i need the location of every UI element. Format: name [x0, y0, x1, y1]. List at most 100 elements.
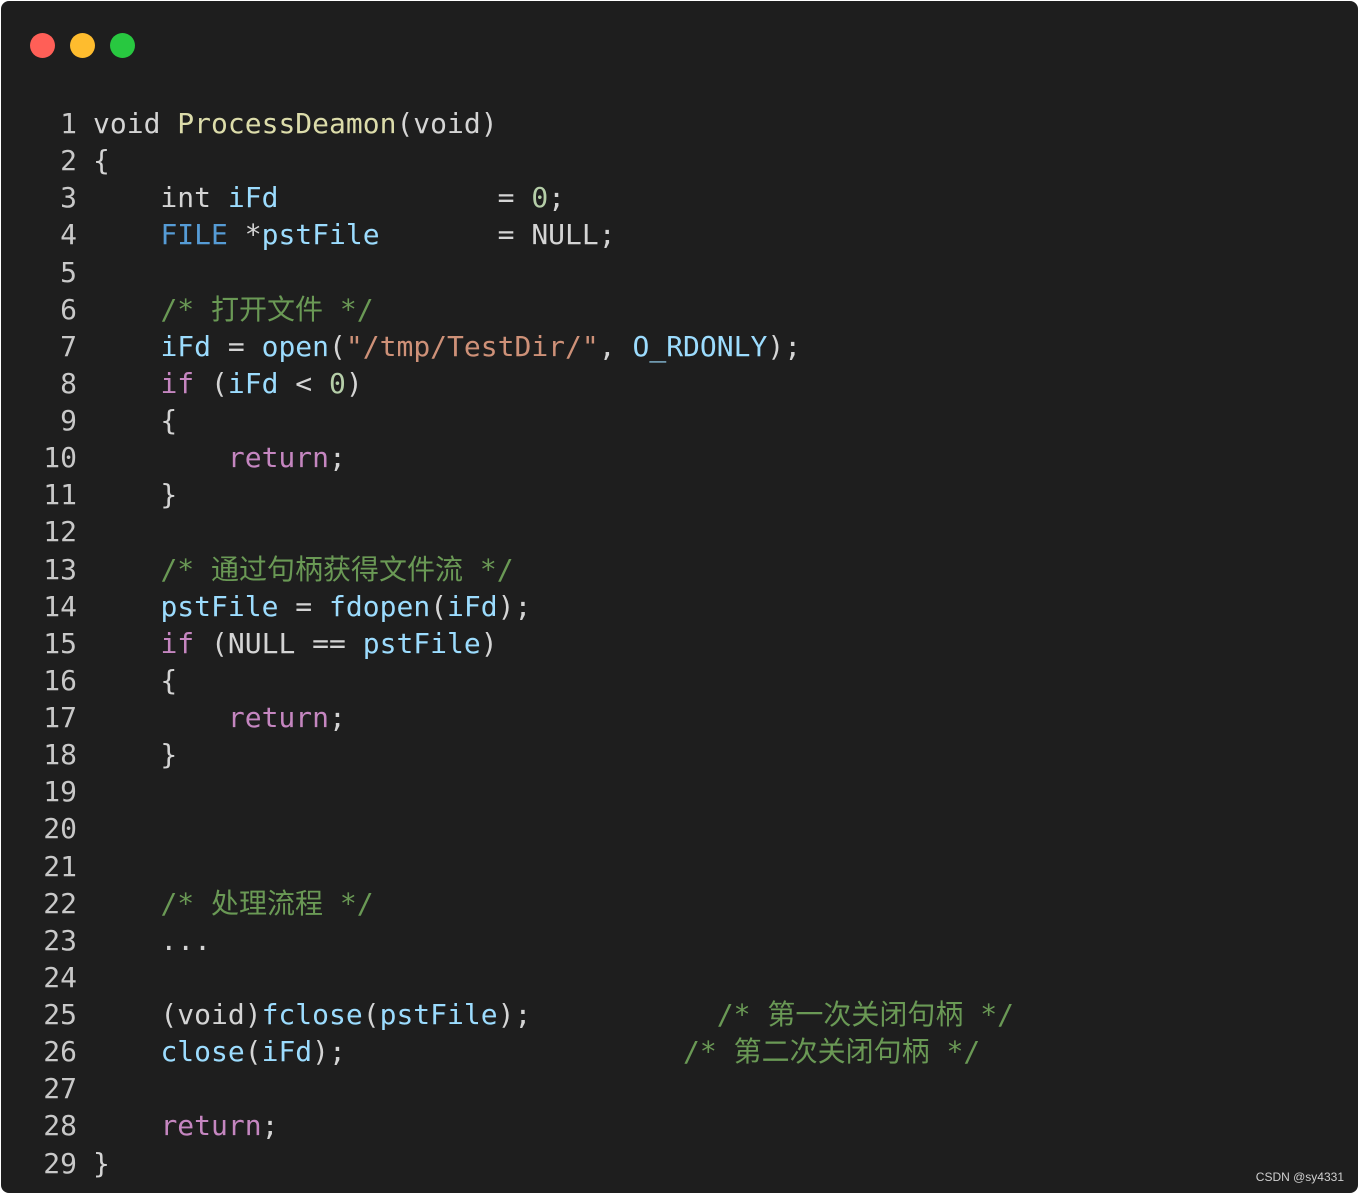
- code-line: 5: [1, 254, 1014, 291]
- close-dot[interactable]: [30, 33, 55, 58]
- line-number: 29: [43, 1146, 77, 1180]
- code-line: 23 ...: [1, 922, 1014, 959]
- line-source: void ProcessDeamon(void): [93, 105, 498, 142]
- line-number: 19: [43, 775, 77, 809]
- line-number: 26: [43, 1035, 77, 1069]
- code-token: }: [93, 738, 178, 772]
- code-window: 1 void ProcessDeamon(void) 2 {3 int iFd = 0…: [1, 1, 1358, 1193]
- code-line: 16 {: [1, 662, 1014, 699]
- code-token: close: [160, 1035, 245, 1069]
- code-token: (: [329, 329, 346, 363]
- code-line: 29}: [1, 1145, 1014, 1182]
- code-line: 7 iFd = open("/tmp/TestDir/", O_RDONLY);: [1, 328, 1014, 365]
- code-token: return: [227, 441, 330, 475]
- code-line: 15 if (NULL == pstFile): [1, 625, 1014, 662]
- code-token: (: [362, 998, 380, 1031]
- code-token: iFd: [160, 329, 212, 363]
- line-number: 9: [60, 404, 77, 437]
- code-line: 19: [1, 773, 1014, 810]
- code-token: {: [93, 144, 110, 178]
- code-token: pstFile: [261, 218, 380, 252]
- line-number: 1: [60, 107, 77, 140]
- line-number: 22: [43, 886, 77, 920]
- code-token: (: [244, 1035, 262, 1069]
- line-source: int iFd = 0;: [93, 179, 565, 216]
- line-source: }: [93, 1145, 110, 1182]
- code-token: open: [261, 329, 330, 363]
- minimize-dot[interactable]: [70, 33, 95, 58]
- line-number: 25: [43, 998, 77, 1031]
- code-token: <: [278, 366, 330, 400]
- line-number: 15: [43, 626, 77, 660]
- code-line: 24: [1, 959, 1014, 996]
- code-token: iFd: [227, 181, 279, 215]
- code-token: return: [227, 701, 330, 734]
- code-token: /*: [160, 552, 212, 586]
- code-token: return: [160, 1109, 262, 1143]
- line-number: 6: [60, 292, 77, 326]
- code-token: {: [93, 663, 178, 697]
- code-token: (: [194, 366, 228, 400]
- window-controls: [30, 33, 135, 58]
- code-line: 14 pstFile = fdopen(iFd);: [1, 588, 1014, 625]
- line-source: pstFile = fdopen(iFd);: [93, 588, 531, 625]
- code-line: 3 int iFd = 0;: [1, 179, 1014, 216]
- line-source: {: [93, 402, 177, 439]
- code-line: 8 if (iFd < 0): [1, 365, 1014, 402]
- line-source: FILE *pstFile = NULL;: [93, 216, 615, 253]
- code-token: =: [278, 181, 532, 215]
- code-line: 12: [1, 513, 1014, 550]
- code-token: );: [497, 998, 717, 1031]
- code-token: 0: [531, 181, 549, 215]
- line-number: 14: [43, 589, 77, 623]
- line-source: (void)fclose(pstFile); /* 第一次关闭句柄 */: [93, 996, 1014, 1033]
- code-token: ...: [93, 923, 212, 957]
- code-line: 6 /* 打开文件 */: [1, 291, 1014, 328]
- line-number: 5: [60, 255, 77, 289]
- line-number: 2: [60, 144, 77, 178]
- code-line: 27: [1, 1070, 1014, 1107]
- code-token: ;: [329, 701, 346, 734]
- line-source: return;: [93, 699, 346, 736]
- code-token: 通过句柄获得文件流: [211, 552, 464, 586]
- line-number: 4: [60, 218, 77, 252]
- code-token: 打开文件: [211, 292, 324, 326]
- line-number: 18: [43, 738, 77, 772]
- line-number: 13: [43, 552, 77, 586]
- code-token: fclose: [261, 998, 363, 1031]
- code-line: 28 return;: [1, 1107, 1014, 1144]
- line-source: if (NULL == pstFile): [93, 625, 498, 662]
- line-number: 23: [43, 923, 77, 957]
- code-token: pstFile: [379, 998, 498, 1031]
- line-number: 3: [60, 181, 77, 215]
- code-token: */: [323, 886, 374, 920]
- line-source: iFd = open("/tmp/TestDir/", O_RDONLY);: [93, 328, 801, 365]
- line-number: 12: [43, 515, 77, 549]
- code-token: void: [93, 107, 178, 140]
- zoom-dot[interactable]: [110, 33, 135, 58]
- line-source: }: [93, 476, 177, 513]
- line-source: return;: [93, 1107, 278, 1144]
- line-number: 21: [43, 849, 77, 883]
- code-token: (void): [396, 107, 498, 140]
- code-token: =: [211, 329, 262, 363]
- code-token: ,: [598, 329, 633, 363]
- code-block: 1 void ProcessDeamon(void) 2 {3 int iFd = 0…: [1, 105, 1014, 1182]
- code-token: );: [497, 589, 532, 623]
- code-token: */: [463, 552, 514, 586]
- code-token: 0: [329, 366, 346, 400]
- code-token: (: [430, 589, 448, 623]
- code-token: FILE: [160, 218, 228, 252]
- code-token: (NULL ==: [194, 626, 363, 660]
- line-source: {: [93, 142, 110, 179]
- code-token: ): [480, 626, 498, 660]
- code-line: 9 {: [1, 402, 1014, 439]
